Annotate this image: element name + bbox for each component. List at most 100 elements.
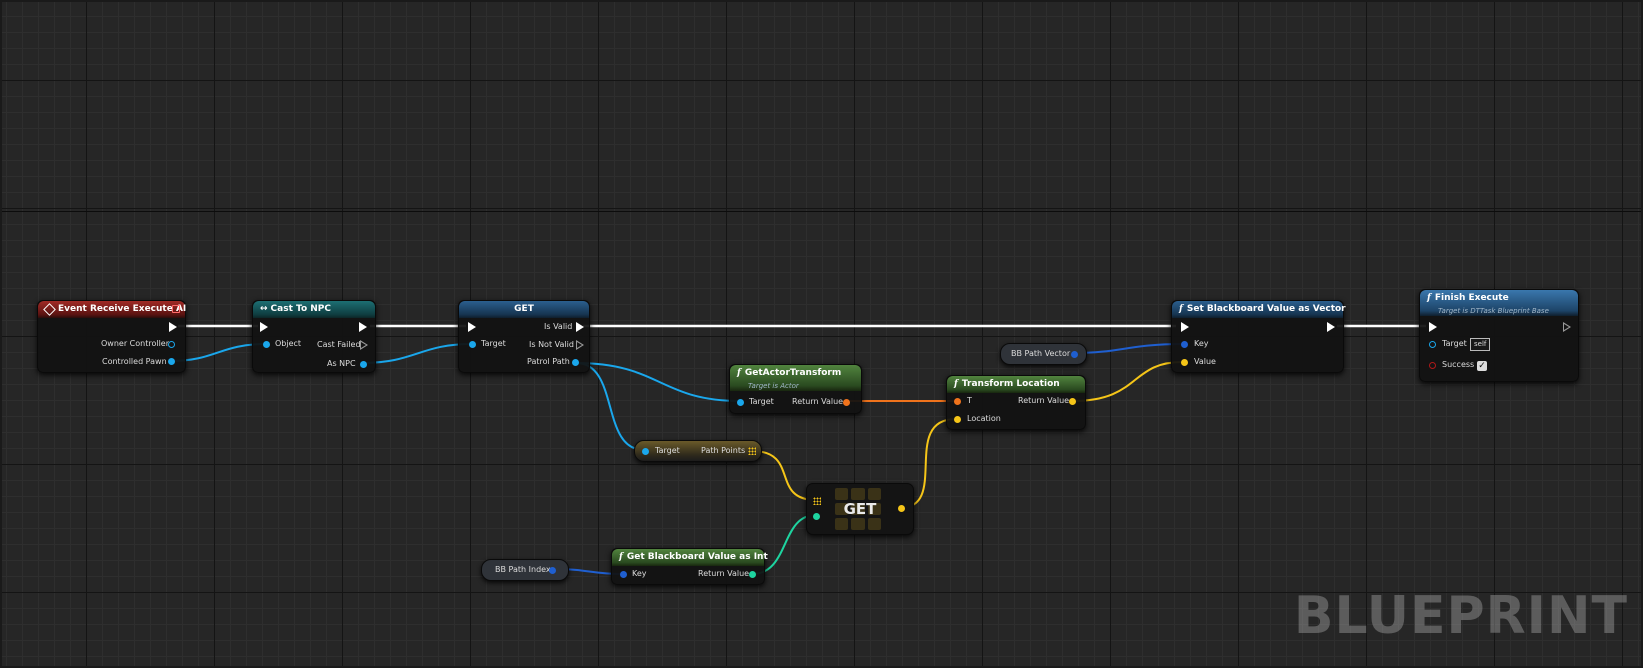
- node-header[interactable]: f Finish Execute Target is DTTask Bluepri…: [1420, 290, 1578, 316]
- patrol-path-pin[interactable]: [572, 359, 579, 366]
- return-value-pin[interactable]: [749, 571, 756, 578]
- cast-arrows-icon: ↔: [260, 304, 268, 314]
- is-not-valid-label: Is Not Valid: [529, 340, 574, 349]
- bb-path-index-node[interactable]: BB Path Index: [481, 559, 569, 581]
- finish-execute-node[interactable]: f Finish Execute Target is DTTask Bluepri…: [1419, 289, 1579, 382]
- t-pin[interactable]: [954, 398, 961, 405]
- t-label: T: [967, 396, 972, 405]
- function-icon: f: [619, 552, 623, 562]
- blueprint-watermark: BLUEPRINT: [1293, 586, 1628, 646]
- as-npc-label: As NPC: [327, 359, 356, 368]
- owner-controller-label: Owner Controller: [101, 339, 170, 348]
- target-label: Target: [1442, 339, 1467, 348]
- array-in-pin[interactable]: [813, 497, 821, 505]
- key-label: Key: [632, 569, 647, 578]
- cast-failed-pin[interactable]: [360, 340, 368, 350]
- object-wire: [361, 343, 473, 364]
- return-value-label: Return Value: [792, 397, 844, 406]
- target-pin[interactable]: [642, 448, 649, 455]
- validated-get-node[interactable]: GET Is Valid Target Is Not Valid Patrol …: [458, 300, 590, 373]
- node-title: GET: [514, 304, 534, 314]
- success-label: Success: [1442, 360, 1475, 369]
- return-value-pin[interactable]: [843, 399, 850, 406]
- value-pin[interactable]: [1181, 359, 1188, 366]
- node-subtitle: Target is DTTask Blueprint Base: [1438, 307, 1549, 315]
- node-title: Transform Location: [961, 379, 1060, 389]
- exec-out-pin[interactable]: [169, 322, 177, 332]
- success-checkbox[interactable]: ✓: [1477, 361, 1487, 371]
- set-blackboard-vector-node[interactable]: f Set Blackboard Value as Vector Key Valu…: [1171, 300, 1346, 373]
- blueprint-graph-canvas[interactable]: Event Receive Execute AI Owner Controlle…: [0, 0, 1643, 668]
- node-title: Cast To NPC: [270, 304, 332, 314]
- target-label: Target: [481, 339, 506, 348]
- object-wire: [575, 362, 741, 402]
- is-not-valid-pin[interactable]: [576, 340, 584, 350]
- function-icon: f: [1427, 293, 1431, 303]
- node-header[interactable]: f Get Blackboard Value as Int: [612, 549, 768, 566]
- variable-label: BB Path Vector: [1011, 349, 1071, 358]
- exec-in-pin[interactable]: [468, 322, 476, 332]
- key-pin[interactable]: [620, 571, 627, 578]
- key-pin[interactable]: [1181, 341, 1188, 348]
- return-value-label: Return Value: [698, 569, 750, 578]
- location-pin[interactable]: [954, 416, 961, 423]
- node-title: Get Blackboard Value as Int: [626, 552, 768, 562]
- transform-location-node[interactable]: f Transform Location T Return Value Locat…: [946, 375, 1086, 430]
- target-pin[interactable]: [469, 341, 476, 348]
- node-header[interactable]: GET: [459, 301, 589, 318]
- node-header[interactable]: f GetActorTransform Target is Actor: [730, 365, 861, 391]
- target-label: Target: [655, 446, 680, 455]
- node-title: Set Blackboard Value as Vector: [1186, 304, 1346, 314]
- node-title: GetActorTransform: [744, 368, 842, 378]
- node-title: Event Receive Execute AI: [58, 304, 187, 314]
- node-title: Finish Execute: [1434, 293, 1509, 303]
- node-header[interactable]: ↔ Cast To NPC: [253, 301, 375, 318]
- controlled-pawn-label: Controlled Pawn: [102, 357, 167, 366]
- success-pin[interactable]: [1429, 362, 1436, 369]
- node-header[interactable]: f Set Blackboard Value as Vector: [1172, 301, 1346, 318]
- object-wire: [575, 362, 645, 451]
- cast-to-npc-node[interactable]: ↔ Cast To NPC Object Cast Failed As NPC: [252, 300, 376, 373]
- bb-path-vector-node[interactable]: BB Path Vector: [1000, 343, 1087, 365]
- key-wire: [1073, 343, 1183, 354]
- key-label: Key: [1194, 339, 1209, 348]
- owner-controller-pin[interactable]: [168, 341, 175, 348]
- event-receive-execute-ai-node[interactable]: Event Receive Execute AI Owner Controlle…: [37, 300, 186, 373]
- exec-out-pin[interactable]: [359, 322, 367, 332]
- target-pin[interactable]: [737, 399, 744, 406]
- exec-in-pin[interactable]: [260, 322, 268, 332]
- is-valid-pin[interactable]: [576, 322, 584, 332]
- node-header[interactable]: Event Receive Execute AI: [38, 301, 187, 318]
- get-blackboard-int-node[interactable]: f Get Blackboard Value as Int Key Return …: [611, 548, 768, 585]
- path-points-node[interactable]: Target Path Points: [634, 440, 762, 462]
- array-grid-pin[interactable]: [748, 447, 756, 455]
- exec-in-pin[interactable]: [1181, 322, 1189, 332]
- function-icon: f: [954, 379, 958, 389]
- node-subtitle: Target is Actor: [748, 382, 799, 390]
- exec-out-pin[interactable]: [1563, 322, 1571, 332]
- target-default-field[interactable]: self: [1470, 338, 1491, 351]
- function-icon: f: [1179, 304, 1183, 314]
- as-npc-pin[interactable]: [360, 361, 367, 368]
- object-pin[interactable]: [263, 341, 270, 348]
- get-actor-transform-node[interactable]: f GetActorTransform Target is Actor Targe…: [729, 364, 862, 414]
- function-icon: f: [737, 368, 741, 378]
- controlled-pawn-pin[interactable]: [168, 358, 175, 365]
- value-pin[interactable]: [1071, 351, 1078, 358]
- node-header[interactable]: f Transform Location: [947, 376, 1085, 393]
- path-points-label: Path Points: [701, 446, 746, 455]
- is-valid-label: Is Valid: [544, 322, 573, 331]
- array-get-node[interactable]: GET: [806, 483, 914, 535]
- target-label: Target: [749, 397, 774, 406]
- variable-label: BB Path Index: [495, 565, 551, 574]
- item-out-pin[interactable]: [898, 505, 905, 512]
- vector-wire: [1072, 361, 1183, 402]
- value-pin[interactable]: [549, 567, 556, 574]
- delegate-square-icon: [172, 305, 180, 313]
- exec-out-pin[interactable]: [1327, 322, 1335, 332]
- target-pin[interactable]: [1429, 341, 1436, 348]
- exec-in-pin[interactable]: [1429, 322, 1437, 332]
- return-value-pin[interactable]: [1069, 398, 1076, 405]
- location-label: Location: [967, 414, 1001, 423]
- index-pin[interactable]: [813, 513, 820, 520]
